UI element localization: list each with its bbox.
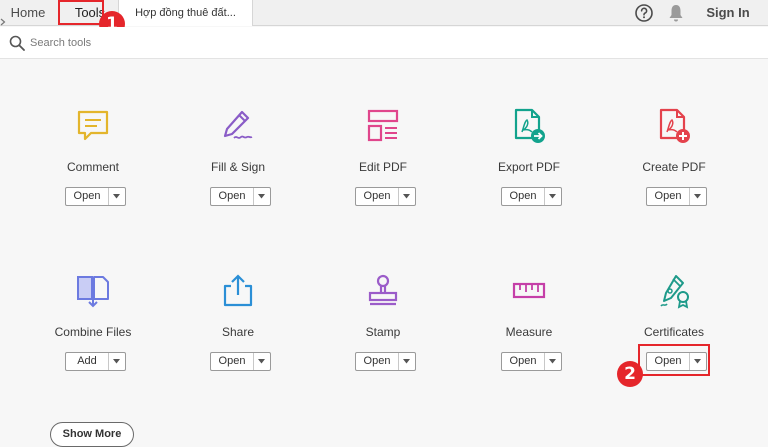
- caret-down-icon: [258, 194, 265, 199]
- tool-tile-edit-pdf[interactable]: Edit PDF Open: [323, 108, 443, 218]
- share-icon: [223, 274, 253, 307]
- dropdown-arrow-button[interactable]: [109, 353, 125, 370]
- open-button-group: Open: [501, 352, 562, 371]
- tool-label: Measure: [505, 325, 553, 339]
- certificates-open-highlight-box: [638, 344, 710, 376]
- comment-icon: [77, 110, 109, 141]
- caret-down-icon: [403, 359, 410, 364]
- callout-badge-2: 2: [617, 361, 643, 387]
- tools-highlight-box: [58, 0, 104, 25]
- tool-label: Certificates: [643, 325, 705, 339]
- caret-down-icon: [113, 194, 120, 199]
- open-button[interactable]: Open: [66, 188, 109, 205]
- tool-label: Export PDF: [497, 160, 560, 174]
- tool-tile-combine-files[interactable]: Combine Files Add: [33, 273, 153, 383]
- tool-tile-export-pdf[interactable]: Export PDF Open: [469, 108, 589, 218]
- tool-label: Comment: [66, 160, 119, 174]
- open-button[interactable]: Open: [647, 188, 690, 205]
- open-button[interactable]: Open: [211, 188, 254, 205]
- show-more-button[interactable]: Show More: [50, 422, 134, 447]
- search-bar: [0, 27, 768, 59]
- tool-label: Stamp: [365, 325, 401, 339]
- add-button[interactable]: Add: [66, 353, 109, 370]
- open-button[interactable]: Open: [211, 353, 254, 370]
- caret-down-icon: [694, 194, 701, 199]
- create-pdf-icon: [659, 108, 690, 143]
- expand-panel-chevron-icon[interactable]: [0, 18, 6, 26]
- tool-tile-measure[interactable]: Measure Open: [469, 273, 589, 383]
- bell-icon[interactable]: [667, 3, 685, 23]
- tab-home[interactable]: Home: [2, 0, 54, 26]
- fill-sign-icon: [223, 110, 253, 139]
- open-button[interactable]: Open: [356, 353, 399, 370]
- caret-down-icon: [403, 194, 410, 199]
- tool-tile-fill-sign[interactable]: Fill & Sign Open: [178, 108, 298, 218]
- open-button[interactable]: Open: [502, 353, 545, 370]
- caret-down-icon: [113, 359, 120, 364]
- tab-document[interactable]: Hợp đồng thuê đất...: [118, 0, 253, 26]
- add-button-group: Add: [65, 352, 126, 371]
- open-button-group: Open: [355, 352, 416, 371]
- open-button[interactable]: Open: [502, 188, 545, 205]
- tool-tile-stamp[interactable]: Stamp Open: [323, 273, 443, 383]
- sign-in-button[interactable]: Sign In: [694, 0, 762, 26]
- tool-label: Share: [221, 325, 255, 339]
- dropdown-arrow-button[interactable]: [545, 188, 561, 205]
- caret-down-icon: [549, 359, 556, 364]
- combine-files-icon: [77, 276, 109, 308]
- dropdown-arrow-button[interactable]: [545, 353, 561, 370]
- tool-label: Edit PDF: [358, 160, 407, 174]
- stamp-icon: [368, 274, 398, 306]
- export-pdf-icon: [514, 108, 545, 143]
- dropdown-arrow-button[interactable]: [399, 188, 415, 205]
- tool-tile-comment[interactable]: Comment Open: [33, 108, 153, 218]
- tool-label: Fill & Sign: [210, 160, 266, 174]
- certificates-icon: [660, 275, 689, 309]
- tool-tile-share[interactable]: Share Open: [178, 273, 298, 383]
- dropdown-arrow-button[interactable]: [254, 188, 270, 205]
- open-button-group: Open: [210, 352, 271, 371]
- caret-down-icon: [258, 359, 265, 364]
- caret-down-icon: [549, 194, 556, 199]
- tool-label: Combine Files: [54, 325, 132, 339]
- open-button-group: Open: [646, 187, 707, 206]
- open-button-group: Open: [501, 187, 562, 206]
- open-button-group: Open: [210, 187, 271, 206]
- open-button-group: Open: [355, 187, 416, 206]
- open-button[interactable]: Open: [356, 188, 399, 205]
- search-input[interactable]: [30, 33, 330, 53]
- tool-label: Create PDF: [642, 160, 706, 174]
- edit-pdf-icon: [367, 109, 399, 142]
- dropdown-arrow-button[interactable]: [254, 353, 270, 370]
- dropdown-arrow-button[interactable]: [690, 188, 706, 205]
- dropdown-arrow-button[interactable]: [399, 353, 415, 370]
- help-icon[interactable]: [634, 3, 654, 23]
- dropdown-arrow-button[interactable]: [109, 188, 125, 205]
- measure-icon: [512, 282, 546, 299]
- search-icon: [9, 35, 25, 51]
- open-button-group: Open: [65, 187, 126, 206]
- tool-tile-create-pdf[interactable]: Create PDF Open: [614, 108, 734, 218]
